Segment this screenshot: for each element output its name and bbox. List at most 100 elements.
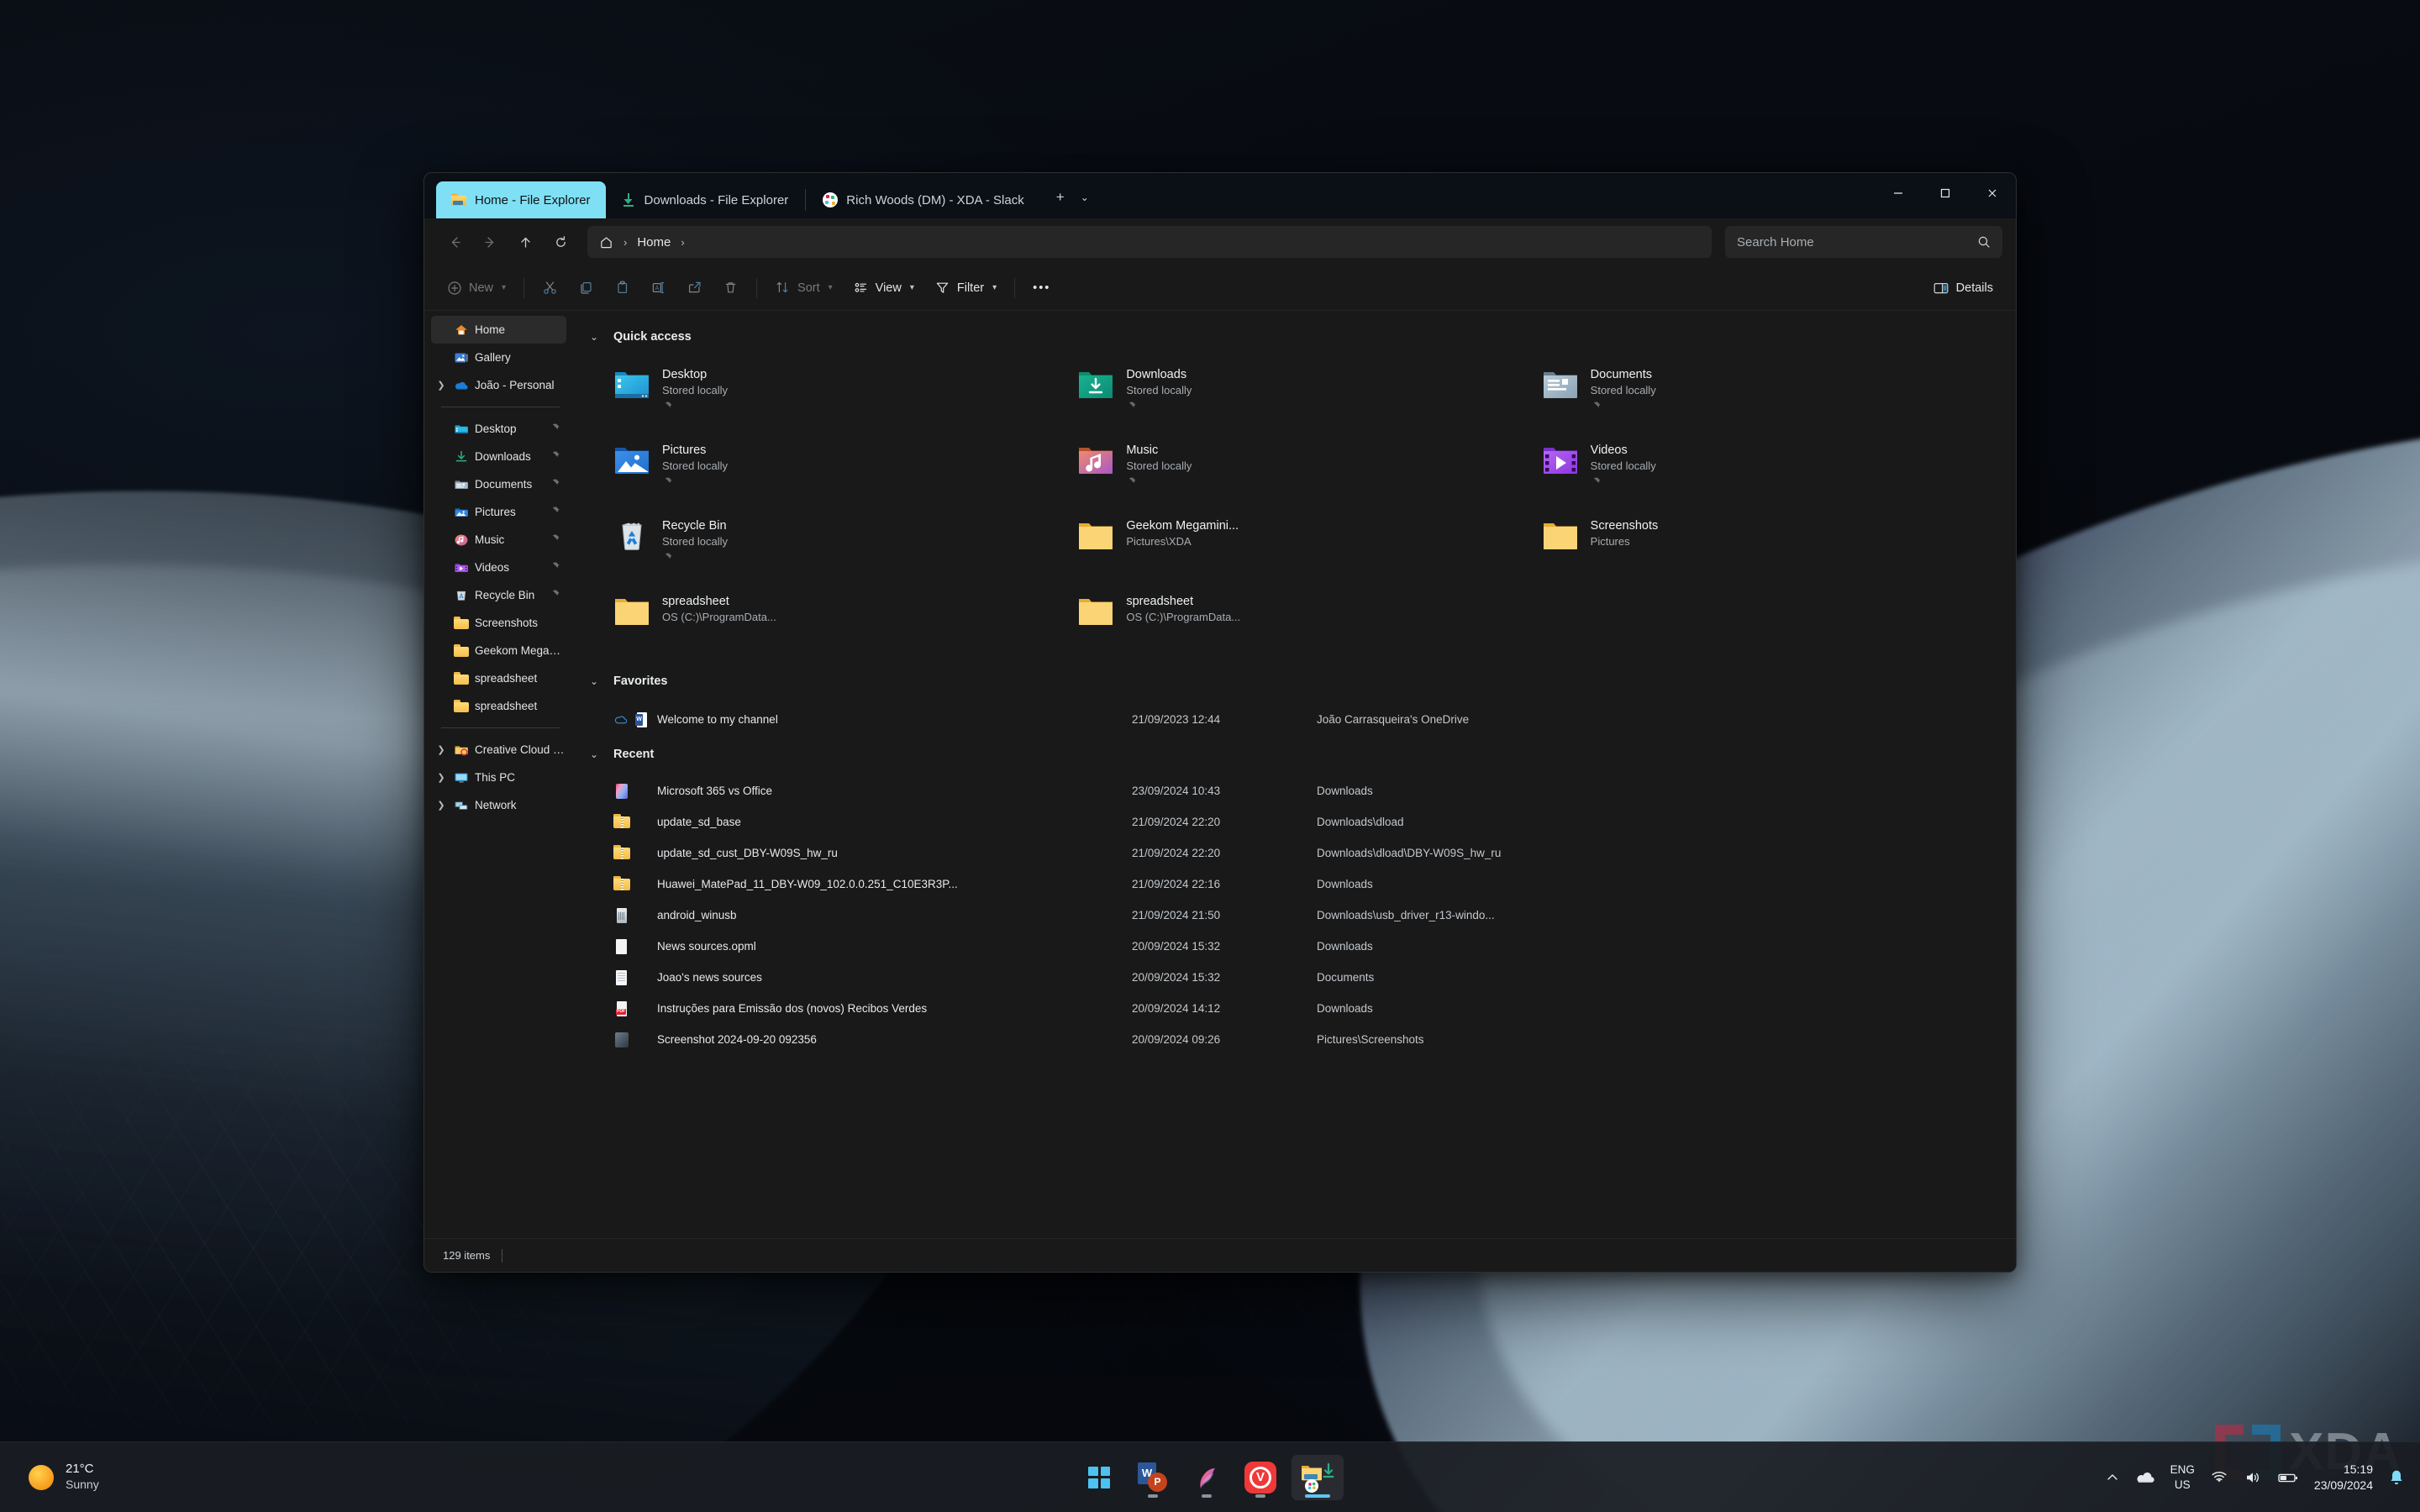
forward-button[interactable] xyxy=(473,227,507,257)
expand-chevron-icon[interactable]: ❯ xyxy=(434,772,448,783)
tab-slack-rich-woods[interactable]: Rich Woods (DM) - XDA - Slack xyxy=(808,181,1039,218)
sidebar-item-network[interactable]: ❯ Network xyxy=(431,791,566,819)
pin-icon[interactable] xyxy=(550,478,561,491)
pin-icon[interactable] xyxy=(550,450,561,464)
sidebar-item-videos[interactable]: Videos xyxy=(431,554,566,581)
onedrive-tray-icon[interactable] xyxy=(2135,1471,2155,1484)
table-row[interactable]: Microsoft 365 vs Office 23/09/2024 10:43… xyxy=(590,775,1982,806)
pin-icon[interactable] xyxy=(550,533,561,547)
quick-access-tile[interactable]: Pictures Stored locally xyxy=(590,433,1054,509)
quick-access-tile[interactable]: Desktop Stored locally xyxy=(590,358,1054,433)
table-row[interactable]: android_winusb 21/09/2024 21:50 Download… xyxy=(590,900,1982,931)
file-date: 21/09/2024 22:16 xyxy=(1132,878,1221,890)
sidebar-item-this-pc[interactable]: ❯ This PC xyxy=(431,764,566,791)
search-input[interactable]: Search Home xyxy=(1725,226,2002,258)
sidebar-item-geekom-megamini[interactable]: Geekom Megamini xyxy=(431,637,566,664)
quick-access-header[interactable]: ⌄ Quick access xyxy=(590,319,2016,354)
quick-access-tile[interactable]: Documents Stored locally xyxy=(1518,358,1982,433)
back-button[interactable] xyxy=(438,227,471,257)
sidebar-item-downloads[interactable]: Downloads xyxy=(431,443,566,470)
new-button[interactable]: New ▾ xyxy=(438,272,515,304)
delete-button[interactable] xyxy=(713,272,748,304)
details-button[interactable]: Details xyxy=(1923,272,2002,304)
sidebar-item-home[interactable]: Home xyxy=(431,316,566,344)
volume-icon[interactable] xyxy=(2244,1470,2262,1485)
expand-chevron-icon[interactable]: ❯ xyxy=(434,800,448,811)
table-row[interactable]: Joao's news sources 20/09/2024 15:32 Doc… xyxy=(590,962,1982,993)
new-tab-button[interactable]: + xyxy=(1048,185,1073,210)
file-explorer-group-button[interactable] xyxy=(1292,1454,1344,1500)
table-row[interactable]: Huawei_MatePad_11_DBY-W09_102.0.0.251_C1… xyxy=(590,869,1982,900)
sidebar-item-documents[interactable]: Documents xyxy=(431,470,566,498)
quick-access-tile[interactable]: Recycle Bin Stored locally xyxy=(590,509,1054,585)
file-location: Documents xyxy=(1317,971,1375,984)
sidebar-item-spreadsheet-1[interactable]: spreadsheet xyxy=(431,664,566,692)
close-button[interactable] xyxy=(1969,173,2016,213)
table-row[interactable]: update_sd_base 21/09/2024 22:20 Download… xyxy=(590,806,1982,837)
recent-header[interactable]: ⌄ Recent xyxy=(590,737,2016,772)
language-indicator[interactable]: ENG US xyxy=(2170,1462,2195,1492)
file-name: update_sd_base xyxy=(657,816,741,828)
sidebar-item-music[interactable]: Music xyxy=(431,526,566,554)
sidebar-item-desktop[interactable]: Desktop xyxy=(431,415,566,443)
notifications-button[interactable] xyxy=(2388,1468,2405,1487)
expand-chevron-icon[interactable]: ❯ xyxy=(434,744,448,755)
sidebar-item-recycle-bin[interactable]: Recycle Bin xyxy=(431,581,566,609)
table-row[interactable]: News sources.opml 20/09/2024 15:32 Downl… xyxy=(590,931,1982,962)
pin-icon[interactable] xyxy=(550,561,561,575)
bloom-app-button[interactable] xyxy=(1184,1455,1229,1500)
sidebar-item-joao-personal[interactable]: ❯ João - Personal xyxy=(431,371,566,399)
quick-access-tile[interactable]: Music Stored locally xyxy=(1054,433,1518,509)
quick-access-tile[interactable]: Downloads Stored locally xyxy=(1054,358,1518,433)
more-options-button[interactable]: ••• xyxy=(1023,272,1060,304)
sidebar-item-spreadsheet-2[interactable]: spreadsheet xyxy=(431,692,566,720)
collapse-caret-icon[interactable]: ⌄ xyxy=(590,331,602,343)
refresh-button[interactable] xyxy=(544,227,577,257)
wifi-icon[interactable] xyxy=(2210,1470,2228,1485)
sort-button[interactable]: Sort ▾ xyxy=(765,272,842,304)
folder-icon xyxy=(454,616,469,631)
quick-access-tile[interactable]: spreadsheet OS (C:)\ProgramData... xyxy=(590,585,1054,660)
sidebar-item-pictures[interactable]: Pictures xyxy=(431,498,566,526)
quick-access-tile[interactable]: Screenshots Pictures xyxy=(1518,509,1982,585)
minimize-button[interactable] xyxy=(1875,173,1922,213)
tray-overflow-button[interactable] xyxy=(2105,1470,2120,1485)
chevron-down-icon[interactable]: ⌄ xyxy=(1076,185,1093,210)
weather-widget[interactable]: 21°C Sunny xyxy=(15,1457,113,1497)
table-row[interactable]: update_sd_cust_DBY-W09S_hw_ru 21/09/2024… xyxy=(590,837,1982,869)
collapse-caret-icon[interactable]: ⌄ xyxy=(590,748,602,760)
up-button[interactable] xyxy=(508,227,542,257)
favorites-header[interactable]: ⌄ Favorites xyxy=(590,664,2016,699)
copy-button[interactable] xyxy=(569,272,603,304)
pin-icon[interactable] xyxy=(550,589,561,602)
table-row[interactable]: PDF Instruções para Emissão dos (novos) … xyxy=(590,993,1982,1024)
file-location: Downloads xyxy=(1317,785,1373,797)
collapse-caret-icon[interactable]: ⌄ xyxy=(590,675,602,687)
sidebar-item-gallery[interactable]: Gallery xyxy=(431,344,566,371)
table-row[interactable]: W Welcome to my channel 21/09/2023 12:44… xyxy=(590,704,1982,735)
table-row[interactable]: Screenshot 2024-09-20 092356 20/09/2024 … xyxy=(590,1024,1982,1055)
start-button[interactable] xyxy=(1076,1455,1122,1500)
sidebar-item-creative-cloud-files[interactable]: ❯ Creative Cloud Files xyxy=(431,736,566,764)
filter-button[interactable]: Filter ▾ xyxy=(925,272,1006,304)
office-app-button[interactable]: WP xyxy=(1130,1455,1176,1500)
rename-button[interactable]: A xyxy=(641,272,676,304)
pin-icon[interactable] xyxy=(550,506,561,519)
tab-home-file-explorer[interactable]: Home - File Explorer xyxy=(436,181,606,218)
breadcrumb[interactable]: › Home › xyxy=(587,226,1712,258)
view-button[interactable]: View ▾ xyxy=(844,272,923,304)
maximize-button[interactable] xyxy=(1922,173,1969,213)
battery-icon[interactable] xyxy=(2277,1470,2299,1485)
paste-button[interactable] xyxy=(605,272,639,304)
share-button[interactable] xyxy=(677,272,712,304)
sidebar-item-screenshots[interactable]: Screenshots xyxy=(431,609,566,637)
vivaldi-button[interactable]: V xyxy=(1238,1455,1283,1500)
clock[interactable]: 15:19 23/09/2024 xyxy=(2314,1462,2373,1494)
tab-downloads-file-explorer[interactable]: Downloads - File Explorer xyxy=(606,181,804,218)
pin-icon[interactable] xyxy=(550,423,561,436)
quick-access-tile[interactable]: Videos Stored locally xyxy=(1518,433,1982,509)
cut-button[interactable] xyxy=(533,272,567,304)
quick-access-tile[interactable]: Geekom Megamini... Pictures\XDA xyxy=(1054,509,1518,585)
quick-access-tile[interactable]: spreadsheet OS (C:)\ProgramData... xyxy=(1054,585,1518,660)
expand-chevron-icon[interactable]: ❯ xyxy=(434,380,448,391)
